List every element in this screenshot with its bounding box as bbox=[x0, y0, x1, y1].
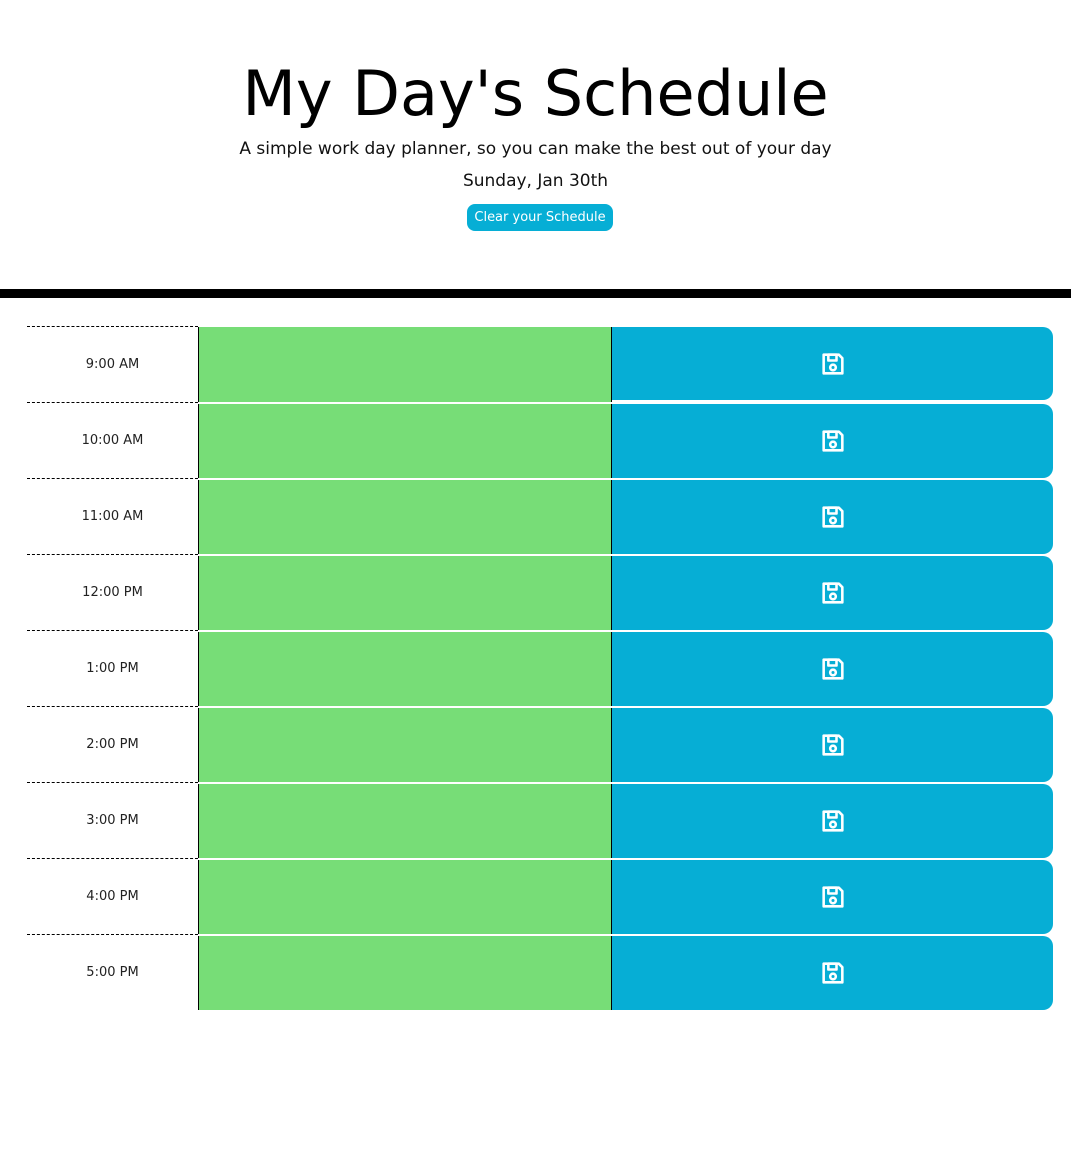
save-icon bbox=[819, 959, 847, 987]
save-button[interactable] bbox=[612, 784, 1053, 858]
hour-description-input[interactable] bbox=[198, 632, 612, 706]
save-icon bbox=[819, 427, 847, 455]
time-block-row: 5:00 PM bbox=[27, 934, 1053, 1010]
time-block-row: 11:00 AM bbox=[27, 478, 1053, 554]
time-block-row: 10:00 AM bbox=[27, 402, 1053, 478]
hour-label: 2:00 PM bbox=[27, 706, 198, 782]
save-icon bbox=[819, 579, 847, 607]
hour-label: 4:00 PM bbox=[27, 858, 198, 934]
header-divider bbox=[0, 289, 1071, 298]
hour-label: 1:00 PM bbox=[27, 630, 198, 706]
save-icon bbox=[819, 807, 847, 835]
hour-description-input[interactable] bbox=[198, 327, 612, 402]
hour-description-input[interactable] bbox=[198, 480, 612, 554]
save-button[interactable] bbox=[612, 327, 1053, 400]
hour-description-input[interactable] bbox=[198, 784, 612, 858]
time-block-row: 1:00 PM bbox=[27, 630, 1053, 706]
hour-label: 11:00 AM bbox=[27, 478, 198, 554]
save-button[interactable] bbox=[612, 860, 1053, 934]
hour-description-input[interactable] bbox=[198, 556, 612, 630]
hour-label: 12:00 PM bbox=[27, 554, 198, 630]
header: My Day's Schedule A simple work day plan… bbox=[0, 0, 1071, 289]
save-button[interactable] bbox=[612, 556, 1053, 630]
time-block-row: 9:00 AM bbox=[27, 326, 1053, 402]
time-block-row: 2:00 PM bbox=[27, 706, 1053, 782]
schedule-container: 9:00 AM 10:00 AM 11:00 AM 12:00 PM 1:00 PM 2:… bbox=[27, 326, 1053, 1010]
hour-description-input[interactable] bbox=[198, 708, 612, 782]
hour-description-input[interactable] bbox=[198, 936, 612, 1010]
save-button[interactable] bbox=[612, 632, 1053, 706]
time-block-row: 3:00 PM bbox=[27, 782, 1053, 858]
time-block-row: 12:00 PM bbox=[27, 554, 1053, 630]
page-title: My Day's Schedule bbox=[242, 57, 829, 130]
time-block-row: 4:00 PM bbox=[27, 858, 1053, 934]
current-day: Sunday, Jan 30th bbox=[462, 171, 609, 191]
hour-label: 9:00 AM bbox=[27, 326, 198, 402]
save-button[interactable] bbox=[612, 936, 1053, 1010]
save-icon bbox=[819, 731, 847, 759]
save-icon bbox=[819, 883, 847, 911]
save-icon bbox=[819, 655, 847, 683]
page-subtitle: A simple work day planner, so you can ma… bbox=[239, 139, 832, 159]
hour-label: 10:00 AM bbox=[27, 402, 198, 478]
save-icon bbox=[819, 350, 847, 378]
hour-label: 3:00 PM bbox=[27, 782, 198, 858]
save-button[interactable] bbox=[612, 480, 1053, 554]
hour-label: 5:00 PM bbox=[27, 934, 198, 1010]
save-button[interactable] bbox=[612, 404, 1053, 478]
hour-description-input[interactable] bbox=[198, 404, 612, 478]
save-button[interactable] bbox=[612, 708, 1053, 782]
hour-description-input[interactable] bbox=[198, 860, 612, 934]
clear-schedule-button[interactable]: Clear your Schedule bbox=[467, 204, 613, 231]
save-icon bbox=[819, 503, 847, 531]
